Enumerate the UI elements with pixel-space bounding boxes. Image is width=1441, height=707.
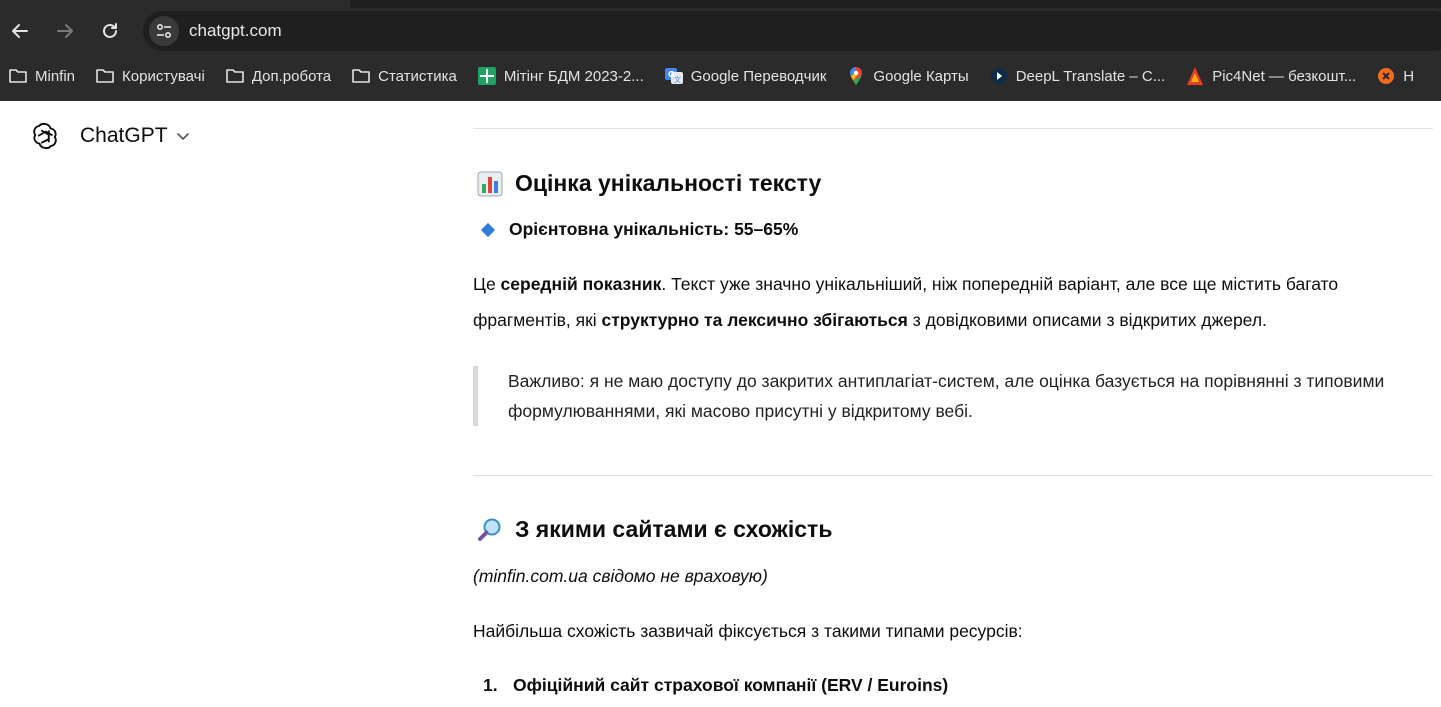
- bookmark-label: Minfin: [35, 67, 76, 85]
- maps-pin-icon: [846, 66, 866, 86]
- bookmark-label: Pic4Net — безкошт...: [1212, 67, 1357, 85]
- para-bold-match: структурно та лексично збігаються: [601, 310, 908, 330]
- bookmark-minfin[interactable]: Minfin: [8, 61, 83, 91]
- bookmark-label: Користувачі: [122, 67, 205, 85]
- arrow-right-icon: [57, 24, 73, 38]
- folder-icon: [351, 66, 371, 86]
- bar-chart-icon: [477, 171, 503, 196]
- tab-strip: [0, 0, 1441, 8]
- url-text[interactable]: chatgpt.com: [189, 21, 282, 41]
- svg-text:文: 文: [674, 75, 681, 84]
- bookmark-label: Google Карты: [873, 67, 969, 85]
- forward-button[interactable]: [50, 16, 80, 46]
- list-item: 1. Офіційний сайт страхової компанії (ER…: [483, 675, 948, 696]
- chevron-down-icon: [176, 133, 189, 140]
- translate-icon: G文: [664, 66, 684, 86]
- important-blockquote: Важливо: я не маю доступу до закритих ан…: [473, 366, 1433, 426]
- deepl-icon: [989, 66, 1009, 86]
- site-info-button[interactable]: [149, 16, 179, 46]
- bookmarks-bar: Minfin Користувачі Доп.робота Статистика…: [0, 58, 1441, 94]
- browser-chrome: chatgpt.com Minfin Користувачі Доп.робот…: [0, 0, 1441, 101]
- bookmark-label: Мітінг БДМ 2023-2...: [503, 67, 644, 85]
- bookmark-label: Н: [1403, 67, 1415, 85]
- bookmark-statistics[interactable]: Статистика: [351, 61, 465, 91]
- reload-button[interactable]: [95, 16, 125, 46]
- model-switcher[interactable]: ChatGPT: [30, 121, 190, 151]
- list-text: Офіційний сайт страхової компанії (ERV /…: [513, 675, 949, 695]
- bookmark-label: DeepL Translate – C...: [1015, 67, 1166, 85]
- divider: [473, 128, 1433, 129]
- openai-logo-icon: [33, 122, 57, 150]
- bookmark-google-translate[interactable]: G文 Google Переводчик: [664, 61, 835, 91]
- tune-icon: [156, 23, 172, 39]
- pic4net-icon: [1185, 66, 1205, 86]
- close-circle-icon: [1376, 66, 1396, 86]
- bookmark-label: Доп.робота: [251, 67, 332, 85]
- uniqueness-paragraph: Це середній показник. Текст уже значно у…: [473, 266, 1433, 338]
- para-text: з довідковими описами з відкритих джерел…: [907, 310, 1267, 330]
- address-bar[interactable]: chatgpt.com: [143, 11, 1441, 51]
- bookmark-deepl[interactable]: DeepL Translate – C...: [989, 61, 1174, 91]
- uniqueness-estimate: Орієнтовна унікальність: 55–65%: [480, 219, 799, 240]
- folder-icon: [95, 66, 115, 86]
- magnifier-icon: [478, 518, 501, 541]
- section-heading-similarity: З якими сайтами є схожість: [477, 516, 832, 543]
- bookmark-label: Статистика: [378, 67, 457, 85]
- arrow-left-icon: [12, 24, 28, 38]
- folder-icon: [225, 66, 245, 86]
- section-heading-uniqueness: Оцінка унікальності тексту: [477, 170, 821, 197]
- para-bold-average: середній показник: [500, 274, 662, 294]
- para-text: Це: [473, 274, 501, 294]
- folder-icon: [8, 66, 28, 86]
- reload-icon: [103, 23, 117, 38]
- back-button[interactable]: [5, 16, 35, 46]
- bookmark-extra-work[interactable]: Доп.робота: [225, 61, 339, 91]
- bookmark-google-maps[interactable]: Google Карты: [846, 61, 976, 91]
- bookmark-users[interactable]: Користувачі: [95, 61, 213, 91]
- bookmark-overflow[interactable]: Н: [1376, 61, 1422, 91]
- uniqueness-label: Орієнтовна унікальність: 55–65%: [509, 219, 799, 239]
- sheets-icon: [477, 66, 497, 86]
- list-number: 1.: [483, 675, 498, 695]
- app-name: ChatGPT: [80, 124, 168, 147]
- chat-page: ChatGPT Оцінка унікальності тексту Орієн…: [0, 101, 1441, 707]
- heading-text: Оцінка унікальності тексту: [515, 170, 822, 196]
- bookmark-pic4net[interactable]: Pic4Net — безкошт...: [1185, 61, 1364, 91]
- active-tab[interactable]: [0, 0, 350, 8]
- heading-text: З якими сайтами є схожість: [515, 516, 833, 542]
- quote-text: Важливо: я не маю доступу до закритих ан…: [508, 371, 1385, 421]
- blue-diamond-icon: [480, 222, 496, 237]
- browser-toolbar: chatgpt.com: [0, 8, 1441, 53]
- note-excluded: (minfin.com.ua свідомо не враховую): [473, 566, 768, 586]
- divider: [473, 475, 1433, 476]
- bookmark-label: Google Переводчик: [690, 67, 827, 85]
- bookmark-meeting-sheet[interactable]: Мітінг БДМ 2023-2...: [477, 61, 652, 91]
- intro-paragraph: Найбільша схожість зазвичай фіксується з…: [473, 621, 1023, 641]
